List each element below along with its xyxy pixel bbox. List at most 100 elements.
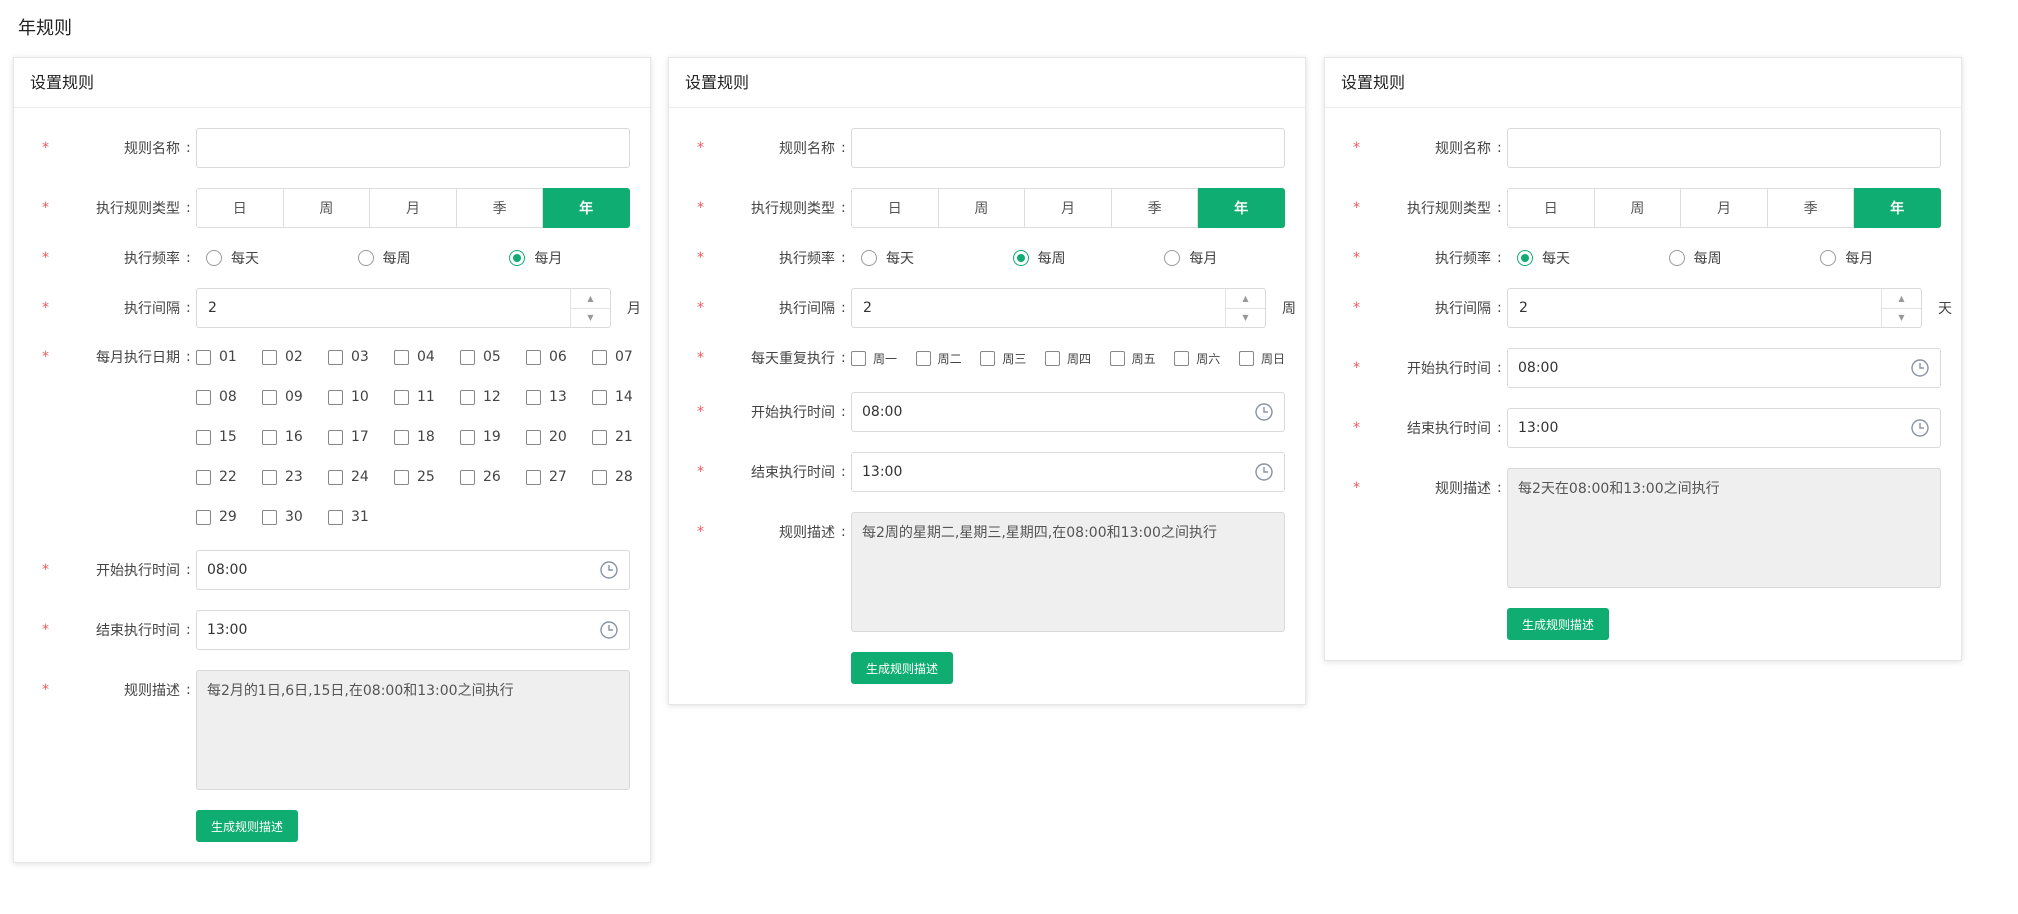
type-option-month[interactable]: 月 [1025,188,1112,228]
freq-radio-daily[interactable]: 每天 [851,248,1003,268]
day-checkbox-14[interactable]: 14 [592,388,658,406]
weekday-checkbox-3[interactable]: 周三 [980,350,1026,367]
frequency-radio-group: 每天 每周 每月 [1507,248,1962,268]
type-option-day[interactable]: 日 [1507,188,1595,228]
day-label: 26 [483,469,501,485]
day-checkbox-27[interactable]: 27 [526,468,592,486]
interval-stepper[interactable]: 2 ▲ ▼ [1507,288,1922,328]
type-option-day[interactable]: 日 [196,188,284,228]
day-checkbox-12[interactable]: 12 [460,388,526,406]
day-checkbox-18[interactable]: 18 [394,428,460,446]
start-time-picker[interactable]: 08:00 [196,550,630,590]
generate-description-button[interactable]: 生成规则描述 [851,652,954,684]
checkbox-icon [460,469,475,485]
checkbox-icon [1174,350,1190,366]
weekday-checkbox-6[interactable]: 周六 [1174,350,1220,367]
day-checkbox-01[interactable]: 01 [196,348,262,366]
day-checkbox-30[interactable]: 30 [262,508,328,526]
type-option-year[interactable]: 年 [543,188,630,228]
day-checkbox-29[interactable]: 29 [196,508,262,526]
freq-radio-monthly[interactable]: 每月 [1810,248,1962,268]
day-checkbox-25[interactable]: 25 [394,468,460,486]
type-option-quarter[interactable]: 季 [1767,188,1855,228]
day-label: 22 [219,469,237,485]
weekday-checkbox-7[interactable]: 周日 [1238,350,1285,367]
generate-description-button[interactable]: 生成规则描述 [196,810,299,842]
type-option-week[interactable]: 周 [938,188,1026,228]
type-option-quarter[interactable]: 季 [1111,188,1199,228]
weekday-checkbox-1[interactable]: 周一 [851,350,897,367]
field-label: 规则描述 [779,525,835,541]
day-label: 30 [285,509,303,525]
caret-down-icon[interactable]: ▼ [1226,309,1265,328]
interval-stepper[interactable]: 2 ▲ ▼ [196,288,611,328]
caret-down-icon[interactable]: ▼ [571,309,610,328]
day-checkbox-26[interactable]: 26 [460,468,526,486]
day-checkbox-03[interactable]: 03 [328,348,394,366]
type-option-month[interactable]: 月 [1681,188,1768,228]
checkbox-icon [196,349,211,365]
day-checkbox-23[interactable]: 23 [262,468,328,486]
day-checkbox-08[interactable]: 08 [196,388,262,406]
day-checkbox-06[interactable]: 06 [526,348,592,366]
rule-name-input[interactable] [851,128,1285,168]
day-checkbox-02[interactable]: 02 [262,348,328,366]
day-checkbox-17[interactable]: 17 [328,428,394,446]
type-option-week[interactable]: 周 [283,188,371,228]
caret-up-icon[interactable]: ▲ [1226,289,1265,309]
day-checkbox-19[interactable]: 19 [460,428,526,446]
day-checkbox-10[interactable]: 10 [328,388,394,406]
day-checkbox-09[interactable]: 09 [262,388,328,406]
freq-radio-daily[interactable]: 每天 [196,248,348,268]
day-checkbox-04[interactable]: 04 [394,348,460,366]
freq-radio-weekly[interactable]: 每周 [1659,248,1811,268]
day-checkbox-11[interactable]: 11 [394,388,460,406]
day-checkbox-22[interactable]: 22 [196,468,262,486]
rule-name-input[interactable] [1507,128,1941,168]
caret-down-icon[interactable]: ▼ [1882,309,1921,328]
day-checkbox-31[interactable]: 31 [328,508,394,526]
field-label: 执行频率 [779,251,835,267]
weekday-checkbox-2[interactable]: 周二 [915,350,962,367]
day-label: 17 [351,429,369,445]
type-option-year[interactable]: 年 [1198,188,1285,228]
end-time-picker[interactable]: 13:00 [851,452,1285,492]
generate-description-button[interactable]: 生成规则描述 [1507,608,1610,640]
weekday-checkbox-5[interactable]: 周五 [1109,350,1156,367]
freq-radio-monthly[interactable]: 每月 [1154,248,1306,268]
type-option-quarter[interactable]: 季 [456,188,544,228]
day-checkbox-24[interactable]: 24 [328,468,394,486]
type-option-year[interactable]: 年 [1854,188,1941,228]
start-time-value: 08:00 [862,404,903,420]
day-checkbox-15[interactable]: 15 [196,428,262,446]
type-option-day[interactable]: 日 [851,188,939,228]
freq-radio-daily[interactable]: 每天 [1507,248,1659,268]
day-checkbox-16[interactable]: 16 [262,428,328,446]
start-time-picker[interactable]: 08:00 [851,392,1285,432]
day-checkbox-21[interactable]: 21 [592,428,658,446]
caret-up-icon[interactable]: ▲ [571,289,610,309]
freq-radio-weekly[interactable]: 每周 [1003,248,1155,268]
freq-radio-monthly[interactable]: 每月 [499,248,651,268]
type-option-week[interactable]: 周 [1594,188,1682,228]
day-checkbox-05[interactable]: 05 [460,348,526,366]
end-time-picker[interactable]: 13:00 [196,610,630,650]
rule-name-input[interactable] [196,128,630,168]
day-label: 10 [351,389,369,405]
interval-stepper[interactable]: 2 ▲ ▼ [851,288,1266,328]
weekday-checkbox-4[interactable]: 周四 [1044,350,1091,367]
day-checkbox-07[interactable]: 07 [592,348,658,366]
day-checkbox-20[interactable]: 20 [526,428,592,446]
day-checkbox-28[interactable]: 28 [592,468,658,486]
start-time-picker[interactable]: 08:00 [1507,348,1941,388]
day-checkbox-13[interactable]: 13 [526,388,592,406]
interval-unit: 周 [1282,301,1296,317]
rule-description-textarea: 每2月的1日,6日,15日,在08:00和13:00之间执行 [196,670,630,790]
end-time-picker[interactable]: 13:00 [1507,408,1941,448]
field-label: 结束执行时间 [1407,421,1491,437]
checkbox-icon [394,469,409,485]
type-option-month[interactable]: 月 [370,188,457,228]
freq-radio-weekly[interactable]: 每周 [348,248,500,268]
caret-up-icon[interactable]: ▲ [1882,289,1921,309]
checkbox-icon [262,389,277,405]
